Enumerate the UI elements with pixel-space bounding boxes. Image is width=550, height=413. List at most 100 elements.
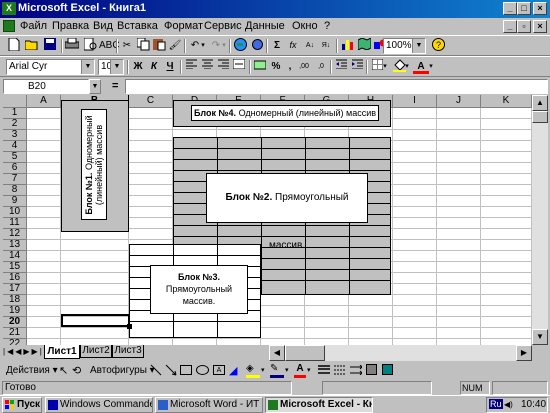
arrow-style-icon[interactable]	[350, 364, 363, 378]
cut-icon[interactable]: ✂	[119, 38, 135, 53]
workbook-icon[interactable]	[3, 20, 15, 32]
title-bar[interactable]: X Microsoft Excel - Книга1 _ □ ×	[0, 0, 550, 18]
font-size-combo[interactable]: 10 ▼	[98, 59, 124, 75]
menu-view[interactable]: Вид	[93, 20, 113, 32]
fill-color-dropdown-icon[interactable]: ▾	[403, 59, 411, 74]
new-icon[interactable]	[6, 37, 22, 53]
column-header-K[interactable]: K	[481, 95, 532, 108]
column-header-C[interactable]: C	[129, 95, 173, 108]
scroll-thumb[interactable]	[532, 111, 548, 123]
underline-button[interactable]: Ч	[162, 59, 178, 74]
scroll-up-icon[interactable]: ▲	[532, 95, 548, 111]
horizontal-scrollbar[interactable]: ◀ ▶	[269, 345, 532, 361]
chevron-down-icon[interactable]: ▾	[261, 366, 265, 374]
menu-insert[interactable]: Вставка	[117, 20, 158, 32]
oval-icon[interactable]	[196, 365, 209, 375]
textbox-icon[interactable]: A	[213, 365, 225, 375]
minimize-button[interactable]: _	[503, 2, 517, 15]
free-rotate-icon[interactable]: ⟲	[72, 364, 81, 377]
close-button[interactable]: ×	[533, 2, 547, 15]
menu-edit[interactable]: Правка	[52, 20, 89, 32]
task-excel[interactable]: Microsoft Excel - Кни...	[265, 397, 373, 413]
dash-style-icon[interactable]	[334, 365, 346, 378]
line-style-icon[interactable]	[318, 365, 330, 378]
print-preview-icon[interactable]	[82, 37, 98, 53]
chevron-down-icon[interactable]: ▼	[110, 60, 123, 74]
increase-decimal-button[interactable]: ,00	[296, 59, 312, 74]
worksheet-grid[interactable]: ABCDEFGHIJK 1234567891011121314151617181…	[3, 95, 532, 345]
equals-button[interactable]: =	[112, 80, 118, 92]
increase-indent-icon[interactable]	[349, 59, 365, 74]
excel-icon[interactable]: X	[2, 2, 16, 15]
start-button[interactable]: Пуск	[2, 397, 42, 413]
print-icon[interactable]	[64, 37, 80, 53]
bold-button[interactable]: Ж	[130, 59, 146, 74]
select-objects-icon[interactable]: ↖	[59, 364, 68, 377]
autoshapes-menu[interactable]: Автофигуры ▾	[90, 365, 155, 376]
active-cell[interactable]	[61, 314, 130, 327]
merge-center-icon[interactable]	[231, 58, 247, 74]
menu-help[interactable]: ?	[324, 20, 330, 32]
arrow-icon[interactable]	[165, 364, 177, 379]
menu-window[interactable]: Окно	[292, 20, 318, 32]
decrease-indent-icon[interactable]	[333, 59, 349, 74]
save-icon[interactable]	[42, 38, 58, 53]
scroll-down-icon[interactable]: ▼	[532, 329, 548, 345]
map-icon[interactable]	[356, 37, 372, 53]
rectangle-icon[interactable]	[180, 365, 192, 375]
sheet-tab-3[interactable]: Лист3	[112, 345, 144, 358]
chevron-down-icon[interactable]: ▾	[307, 366, 311, 374]
font-color-draw-icon[interactable]: A	[294, 363, 306, 378]
chevron-down-icon[interactable]: ▾	[285, 366, 289, 374]
name-box-dropdown-icon[interactable]: ▼	[89, 79, 101, 94]
sort-descending-icon[interactable]: Я↓	[318, 38, 334, 53]
align-right-icon[interactable]	[215, 59, 231, 74]
task-windows-commander[interactable]: Windows Commander 4.51...	[45, 397, 153, 413]
column-header-J[interactable]: J	[437, 95, 481, 108]
shadow-icon[interactable]	[366, 364, 377, 375]
copy-icon[interactable]	[135, 37, 151, 53]
language-indicator[interactable]: Ru	[489, 399, 503, 409]
web-icon[interactable]	[232, 38, 248, 53]
line-icon[interactable]	[150, 364, 162, 379]
format-painter-icon[interactable]: 🖌	[167, 38, 183, 53]
actions-menu[interactable]: Действия ▾	[6, 365, 58, 376]
currency-icon[interactable]	[252, 59, 268, 74]
menu-format[interactable]: Формат	[164, 20, 203, 32]
menu-tools[interactable]: Сервис	[204, 20, 242, 32]
task-word[interactable]: Microsoft Word - ИТ в эко...	[155, 397, 263, 413]
maximize-button[interactable]: □	[517, 2, 531, 15]
column-header-A[interactable]: A	[27, 95, 61, 108]
redo-dropdown-icon[interactable]: ▾	[220, 38, 228, 53]
doc-close-button[interactable]: ×	[533, 20, 547, 33]
borders-dropdown-icon[interactable]: ▾	[381, 59, 389, 74]
open-icon[interactable]	[24, 38, 40, 53]
wordart-icon[interactable]: ◢	[229, 364, 237, 377]
hyperlink-icon[interactable]	[249, 38, 265, 53]
spelling-icon[interactable]: ABC	[99, 38, 120, 53]
fill-color-icon[interactable]: ◈	[246, 363, 260, 378]
scroll-left-icon[interactable]: ◀	[269, 345, 285, 361]
font-color-dropdown-icon[interactable]: ▾	[427, 59, 435, 74]
line-color-icon[interactable]: ✎	[270, 363, 284, 378]
paste-icon[interactable]	[151, 38, 167, 53]
sheet-tab-2[interactable]: Лист2	[80, 345, 112, 358]
zoom-combo[interactable]: 100% ▼	[383, 38, 426, 54]
column-header-I[interactable]: I	[393, 95, 437, 108]
doc-minimize-button[interactable]: _	[503, 20, 517, 33]
italic-button[interactable]: К	[146, 59, 162, 74]
clock[interactable]: 10:40	[521, 399, 546, 410]
chart-wizard-icon[interactable]	[339, 38, 355, 53]
decrease-decimal-button[interactable]: ,0	[313, 59, 329, 74]
speaker-icon[interactable]: ◀)	[504, 400, 513, 409]
menu-file[interactable]: Файл	[20, 20, 47, 32]
function-icon[interactable]: fx	[285, 38, 301, 53]
sort-ascending-icon[interactable]: А↓	[302, 38, 318, 53]
align-left-icon[interactable]	[183, 59, 199, 74]
font-name-combo[interactable]: Arial Cyr ▼	[6, 59, 95, 75]
chevron-down-icon[interactable]: ▼	[81, 60, 94, 74]
vertical-scrollbar[interactable]: ▲ ▼	[532, 95, 548, 345]
3d-icon[interactable]	[382, 364, 393, 375]
autosum-icon[interactable]: Σ	[269, 38, 285, 53]
menu-data[interactable]: Данные	[245, 20, 285, 32]
